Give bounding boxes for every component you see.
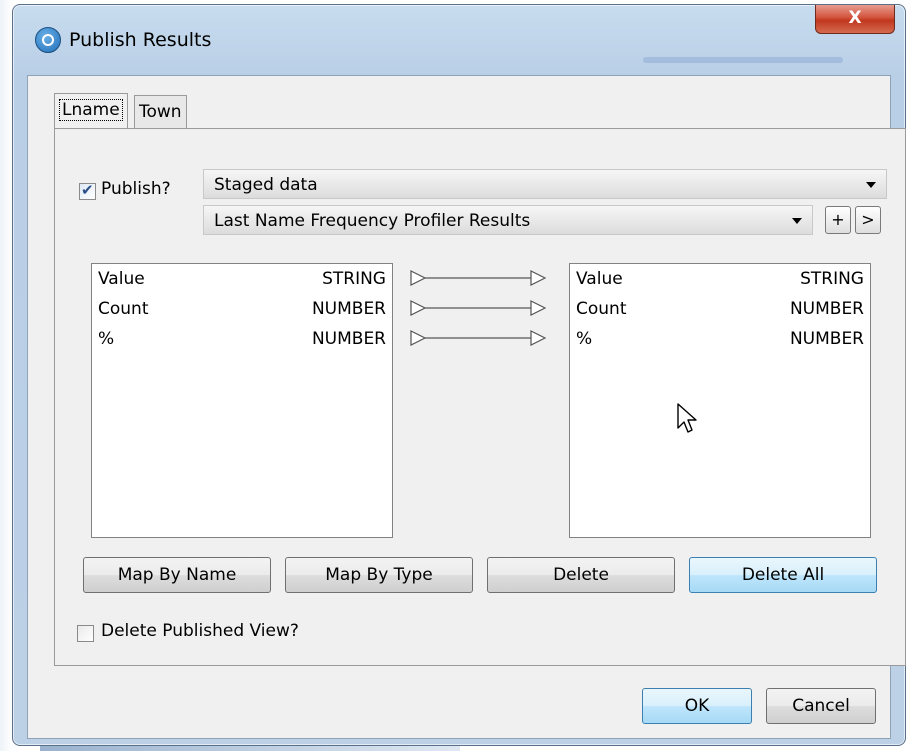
map-by-name-button[interactable]: Map By Name: [83, 557, 271, 593]
chevron-down-icon: [792, 218, 802, 224]
cancel-button[interactable]: Cancel: [766, 688, 876, 724]
column-type: NUMBER: [789, 299, 864, 319]
publish-checkbox[interactable]: [79, 181, 96, 200]
desktop-taskbar-edge: [40, 746, 460, 751]
column-name: Count: [576, 299, 627, 319]
column-type: STRING: [322, 269, 386, 289]
result-name-select[interactable]: Last Name Frequency Profiler Results: [203, 205, 813, 235]
column-name: %: [98, 329, 115, 349]
column-type: NUMBER: [789, 329, 864, 349]
list-item[interactable]: % NUMBER: [570, 324, 870, 354]
title-bar[interactable]: Publish Results X: [13, 5, 905, 65]
close-icon: X: [848, 8, 862, 28]
list-item[interactable]: Value STRING: [570, 264, 870, 294]
target-select-value: Staged data: [214, 175, 318, 195]
title-bar-glow: [643, 57, 843, 63]
tab-label: Town: [139, 102, 182, 122]
tab-lname[interactable]: Lname: [54, 93, 128, 128]
column-type: STRING: [800, 269, 864, 289]
close-button[interactable]: X: [815, 5, 895, 34]
target-select[interactable]: Staged data: [203, 169, 887, 199]
column-type: NUMBER: [311, 329, 386, 349]
add-button[interactable]: +: [825, 206, 851, 234]
tab-town[interactable]: Town: [134, 95, 187, 128]
mouse-pointer-icon: [677, 403, 697, 433]
next-button[interactable]: >: [855, 206, 881, 234]
window-title: Publish Results: [69, 29, 212, 51]
column-name: %: [576, 329, 593, 349]
delete-all-button[interactable]: Delete All: [689, 557, 877, 593]
list-item[interactable]: Count NUMBER: [92, 294, 392, 324]
column-name: Count: [98, 299, 149, 319]
list-item[interactable]: % NUMBER: [92, 324, 392, 354]
delete-button[interactable]: Delete: [487, 557, 675, 593]
tab-panel-lname: Publish? Staged data Last Name Frequency…: [54, 128, 906, 666]
publish-label: Publish?: [101, 179, 171, 199]
list-item[interactable]: Value STRING: [92, 264, 392, 294]
ok-button[interactable]: OK: [642, 688, 752, 724]
result-name-value: Last Name Frequency Profiler Results: [214, 211, 531, 231]
list-item[interactable]: Count NUMBER: [570, 294, 870, 324]
column-type: NUMBER: [311, 299, 386, 319]
arrow-right-icon: [410, 270, 547, 286]
delete-published-view-checkbox[interactable]: [77, 625, 94, 642]
map-by-type-button[interactable]: Map By Type: [285, 557, 473, 593]
target-columns-list[interactable]: Value STRING Count NUMBER % NUMBER: [569, 263, 871, 538]
desktop-edge: [0, 0, 12, 751]
dialog-client-area: Lname Town Publish? Staged data Last Nam…: [27, 75, 906, 739]
publish-results-dialog: Publish Results X Lname Town Publish? St…: [12, 4, 906, 746]
column-name: Value: [98, 269, 145, 289]
arrow-right-icon: [410, 330, 547, 346]
source-columns-list[interactable]: Value STRING Count NUMBER % NUMBER: [91, 263, 393, 538]
arrow-right-icon: [410, 300, 547, 316]
chevron-down-icon: [866, 182, 876, 188]
tab-label: Lname: [59, 99, 123, 121]
column-name: Value: [576, 269, 623, 289]
delete-published-view-label: Delete Published View?: [101, 621, 299, 641]
mapping-arrows: [410, 270, 547, 346]
app-logo-icon: [35, 27, 61, 53]
